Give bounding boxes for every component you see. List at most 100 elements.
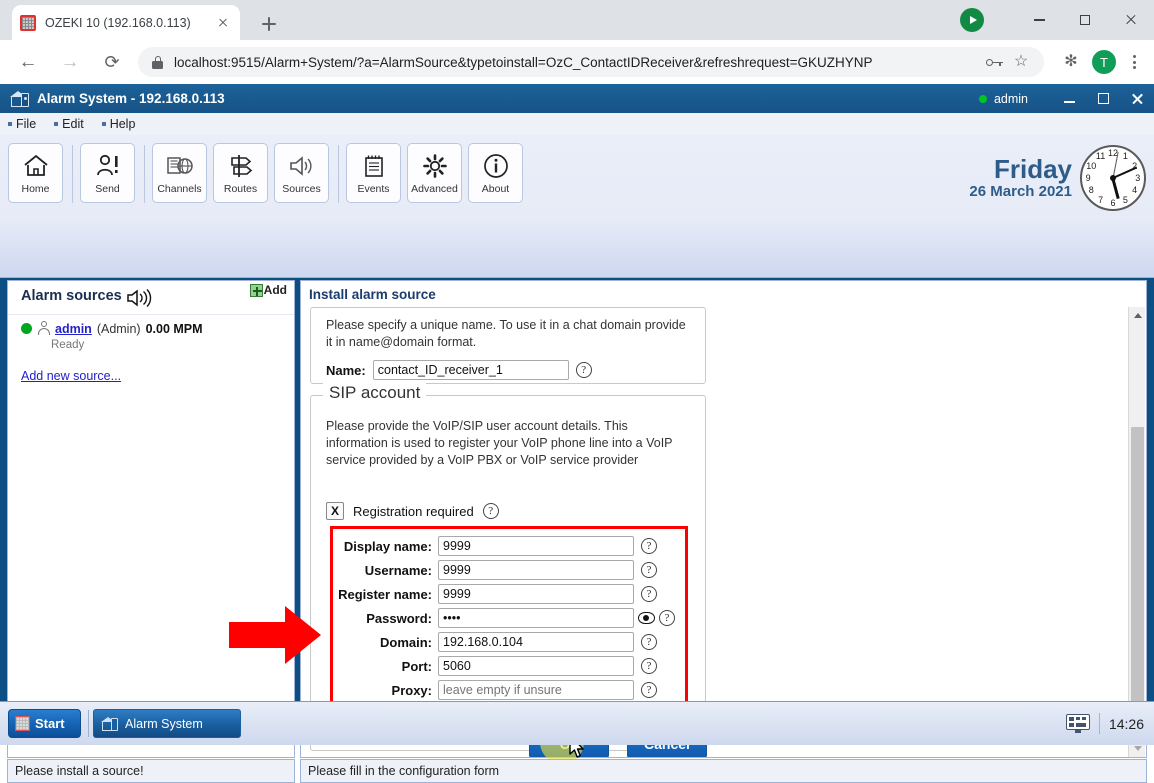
field-row-register-name: Register name: ? [326, 584, 657, 604]
clock-num-9: 9 [1085, 173, 1091, 183]
window-close-button[interactable] [1108, 0, 1154, 40]
toolbar-button-home[interactable]: Home [8, 143, 63, 203]
help-icon[interactable]: ? [659, 610, 675, 626]
toolbar-button-about[interactable]: About [468, 143, 523, 203]
list-item[interactable]: admin (Admin) 0.00 MPM [21, 321, 203, 336]
app-close-button[interactable] [1120, 84, 1154, 113]
ribbon-divider [338, 145, 339, 203]
monitor-icon[interactable] [1065, 714, 1090, 733]
source-role: (Admin) [96, 321, 141, 336]
app-minimize-button[interactable] [1052, 84, 1086, 113]
domain-input[interactable] [438, 632, 634, 652]
profile-avatar[interactable]: T [1092, 50, 1116, 74]
speaker-sources-icon [288, 151, 316, 181]
forward-glyph: → [60, 51, 80, 73]
menu-item-file[interactable]: File [8, 117, 36, 131]
sidebar-title: Alarm sources [21, 288, 122, 304]
menu-item-help[interactable]: Help [101, 117, 135, 131]
toolbar-button-send[interactable]: Send [80, 143, 135, 203]
add-new-source-link[interactable]: Add new source... [21, 369, 121, 383]
field-row-port: Port: ? [326, 656, 657, 676]
back-icon[interactable]: ← [11, 45, 45, 79]
toolbar-button-events[interactable]: Events [346, 143, 401, 203]
toolbar-button-sources[interactable]: Sources [274, 143, 329, 203]
start-button[interactable]: Start [8, 709, 81, 738]
reload-icon[interactable]: ⟳ [95, 45, 129, 79]
app-maximize-button[interactable] [1086, 84, 1120, 113]
install-alarm-source-panel: Install alarm source Please specify a un… [300, 280, 1147, 758]
toolbar-button-routes[interactable]: Routes [213, 143, 268, 203]
toolbar-button-advanced[interactable]: Advanced [407, 143, 462, 203]
extensions-puzzle-icon[interactable]: ✻ [1056, 47, 1086, 77]
field-row-username: Username: ? [326, 560, 657, 580]
username-input[interactable] [438, 560, 634, 580]
registration-required-checkbox[interactable]: X [326, 502, 344, 520]
scrollbar-thumb[interactable] [1131, 427, 1144, 739]
toolbar-button-channels[interactable]: Channels [152, 143, 207, 203]
system-tray: 14:26 [1065, 709, 1148, 738]
display-name-input[interactable] [438, 536, 634, 556]
window-maximize-button[interactable] [1062, 0, 1108, 40]
clock-num-1: 1 [1122, 151, 1128, 162]
bookmark-star-icon[interactable]: ☆ [1008, 49, 1034, 75]
taskbar-divider [88, 710, 89, 737]
help-icon[interactable]: ? [641, 538, 657, 554]
proxy-input[interactable] [438, 680, 634, 700]
close-tab-icon[interactable] [214, 14, 232, 32]
new-tab-button[interactable] [255, 10, 283, 38]
show-password-eye-icon[interactable] [638, 612, 655, 624]
toolbar-label-advanced: Advanced [411, 183, 458, 195]
menu-item-edit[interactable]: Edit [54, 117, 84, 131]
chrome-menu-icon[interactable] [1122, 49, 1146, 75]
date-time-widget: Friday 26 March 2021 12 1 2 3 4 5 6 7 8 … [969, 145, 1146, 211]
clock-num-5: 5 [1122, 194, 1128, 205]
port-label: Port: [401, 658, 432, 674]
help-icon[interactable]: ? [575, 362, 592, 378]
window-minimize-button[interactable] [1016, 0, 1062, 40]
register-name-input[interactable] [438, 584, 634, 604]
lock-icon [152, 55, 163, 69]
alarm-sources-panel: Alarm sources Add admin (Admin) 0.00 MPM… [7, 280, 295, 758]
tab-title: OZEKI 10 (192.168.0.113) [45, 15, 191, 30]
password-key-icon[interactable] [982, 49, 1008, 75]
content-status-bar: Please fill in the configuration form [300, 759, 1147, 783]
taskbar-clock[interactable]: 14:26 [1109, 716, 1144, 732]
alarm-system-logo-icon [10, 89, 29, 108]
date-block: Friday 26 March 2021 [969, 155, 1072, 200]
media-control-icon[interactable] [960, 8, 984, 32]
username-label: Username: [364, 562, 432, 578]
home-icon [23, 151, 49, 181]
forward-icon[interactable]: → [53, 45, 87, 79]
password-input[interactable] [438, 608, 634, 628]
name-input[interactable] [372, 360, 569, 380]
add-source-button[interactable]: Add [249, 283, 287, 297]
help-icon[interactable]: ? [482, 503, 499, 519]
display-name-label: Display name: [343, 538, 432, 554]
source-name-link[interactable]: admin [55, 322, 92, 336]
help-icon[interactable]: ? [641, 658, 657, 674]
scroll-up-arrow-icon[interactable] [1129, 307, 1146, 324]
proxy-label: Proxy: [391, 682, 432, 698]
help-icon[interactable]: ? [641, 682, 657, 698]
analog-clock-icon: 12 1 2 3 4 5 6 7 8 9 10 11 [1080, 145, 1146, 211]
address-bar[interactable]: localhost:9515/Alarm+System/?a=AlarmSour… [138, 47, 1044, 77]
menu-bullet-icon [54, 122, 59, 126]
ribbon-divider [72, 145, 73, 203]
help-icon[interactable]: ? [641, 634, 657, 650]
name-field-row: Name: ? [326, 360, 592, 380]
help-icon[interactable]: ? [641, 562, 657, 578]
channels-icon [166, 151, 194, 181]
taskbar-item-alarm-system[interactable]: Alarm System [93, 709, 241, 738]
app-titlebar-controls: admin [978, 84, 1154, 113]
vertical-scrollbar[interactable] [1128, 307, 1145, 757]
registration-required-label: Registration required [353, 503, 474, 519]
clock-center-dot [1110, 175, 1116, 181]
port-input[interactable] [438, 656, 634, 676]
page-title: Install alarm source [309, 287, 436, 302]
logged-in-user[interactable]: admin [994, 92, 1028, 106]
browser-tab[interactable]: OZEKI 10 (192.168.0.113) [12, 5, 240, 40]
help-icon[interactable]: ? [641, 586, 657, 602]
register-name-label: Register name: [338, 586, 432, 602]
menu-label-file: File [16, 117, 37, 131]
field-row-proxy: Proxy: ? [326, 680, 657, 700]
